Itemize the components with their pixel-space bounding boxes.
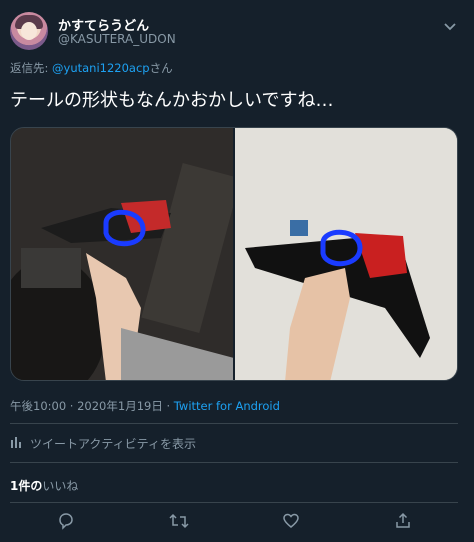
media-grid xyxy=(10,127,458,381)
tweet-timestamp[interactable]: 午後10:00 · 2020年1月19日 · xyxy=(10,399,174,413)
likes-count-link[interactable]: 1件のいいね xyxy=(10,477,78,494)
avatar[interactable] xyxy=(10,12,48,50)
tweet-activity-link[interactable]: ツイートアクティビティを表示 xyxy=(10,435,196,452)
divider xyxy=(10,462,458,463)
divider xyxy=(10,502,458,503)
reply-suffix: さん xyxy=(149,61,173,75)
reply-mention-link[interactable]: @yutani1220acp xyxy=(52,61,150,75)
divider xyxy=(10,423,458,424)
photo-tail-light-on-bike[interactable] xyxy=(11,128,235,380)
user-handle[interactable]: @KASUTERA_UDON xyxy=(58,32,176,46)
share-icon[interactable] xyxy=(392,510,414,532)
tweet-meta: 午後10:00 · 2020年1月19日 · Twitter for Andro… xyxy=(10,398,280,414)
reply-icon[interactable] xyxy=(55,510,77,532)
tweet-activity-label: ツイートアクティビティを表示 xyxy=(30,437,196,451)
action-bar xyxy=(0,510,474,534)
likes-count: 1件の xyxy=(10,479,43,493)
tweet-text: テールの形状もなんかおかしいですね… xyxy=(10,90,334,111)
bar-chart-icon xyxy=(10,436,22,451)
chevron-down-icon[interactable] xyxy=(440,16,460,36)
likes-label: いいね xyxy=(42,479,79,493)
like-icon[interactable] xyxy=(280,510,302,532)
tweet-source-link[interactable]: Twitter for Android xyxy=(174,399,280,413)
retweet-icon[interactable] xyxy=(168,510,190,532)
reply-prefix: 返信先: xyxy=(10,61,53,75)
photo-tail-light-held-in-hand[interactable] xyxy=(235,128,457,380)
reply-context: 返信先: @yutani1220acpさん xyxy=(10,60,173,76)
avatar-face xyxy=(21,22,37,40)
